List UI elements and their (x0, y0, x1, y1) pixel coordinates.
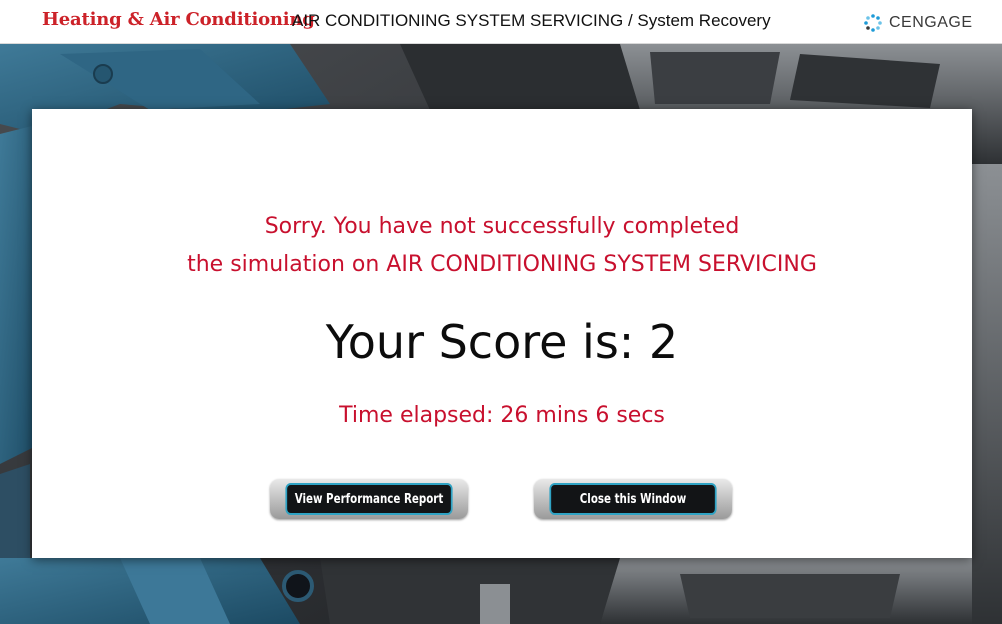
view-performance-report-label: View Performance Report (285, 483, 453, 515)
view-performance-report-button[interactable]: View Performance Report (270, 479, 468, 519)
cengage-logo-icon (864, 14, 882, 32)
failure-message-line2: the simulation on AIR CONDITIONING SYSTE… (187, 252, 817, 277)
course-brand-title: Heating & Air Conditioning (42, 9, 315, 30)
top-header-bar: Heating & Air Conditioning AIR CONDITION… (0, 0, 1002, 44)
module-title: AIR CONDITIONING SYSTEM SERVICING / Syst… (292, 11, 771, 30)
close-window-label: Close this Window (549, 483, 717, 515)
time-elapsed-text: Time elapsed: 26 mins 6 secs (339, 403, 665, 428)
score-text: Your Score is: 2 (325, 315, 679, 369)
cengage-logo-text: CENGAGE (889, 14, 973, 31)
failure-message-line1: Sorry. You have not successfully complet… (264, 214, 740, 239)
score-dialog: Sorry. You have not successfully complet… (32, 109, 972, 558)
close-window-button[interactable]: Close this Window (534, 479, 732, 519)
cengage-logo: CENGAGE (862, 12, 973, 34)
